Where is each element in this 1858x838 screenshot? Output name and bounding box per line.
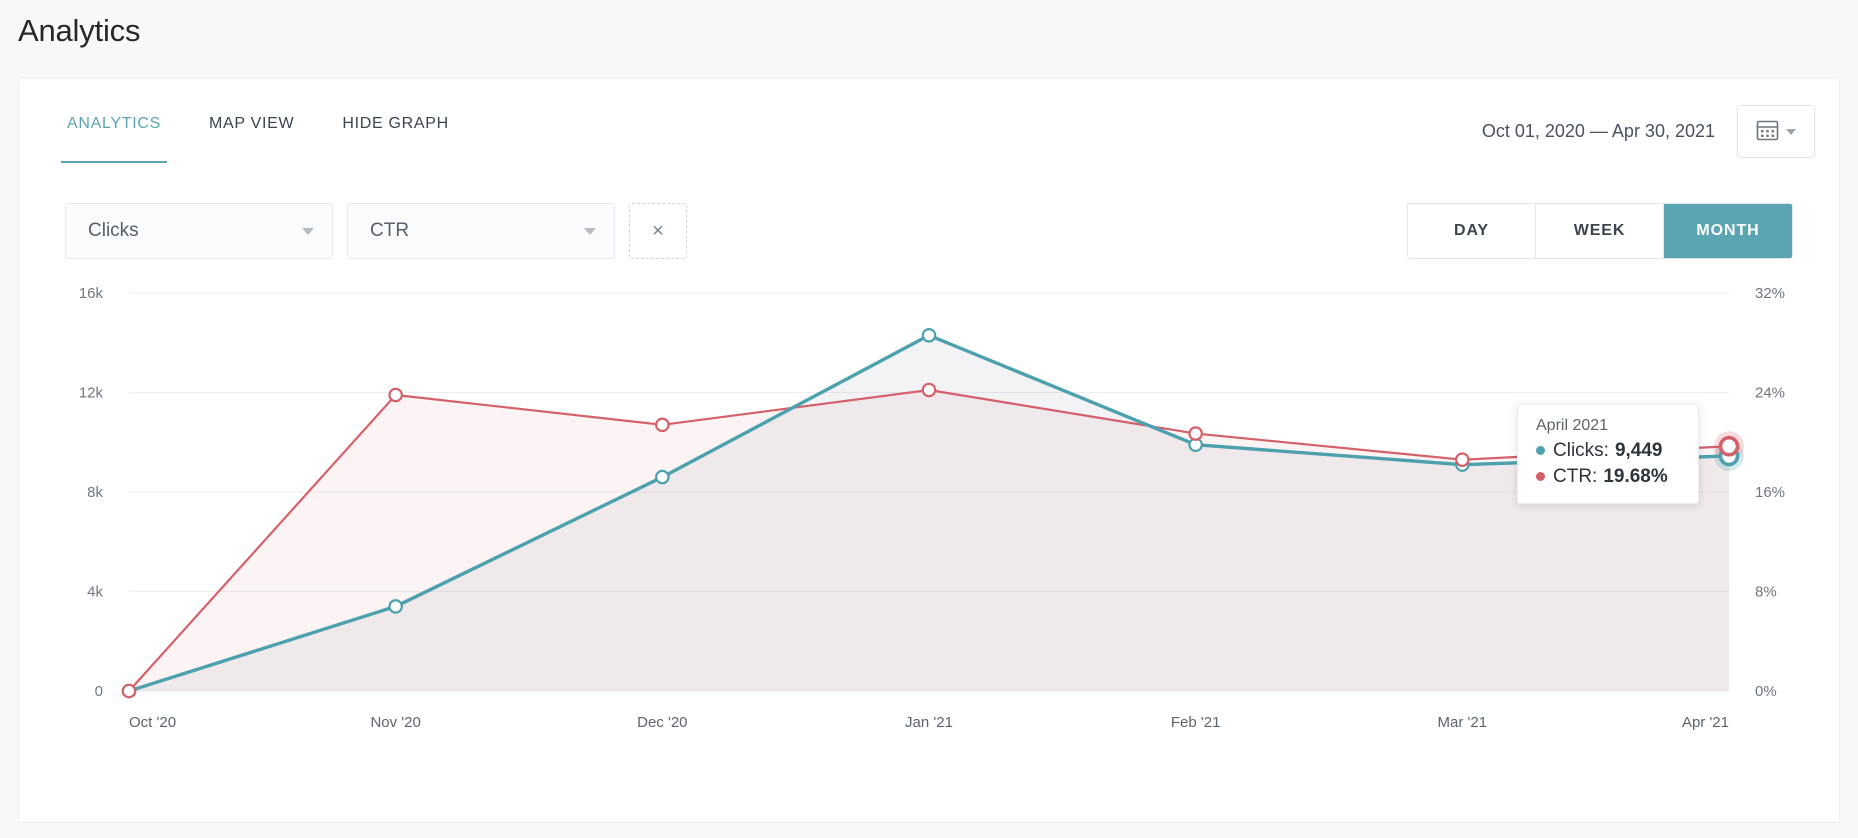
tooltip-title: April 2021 — [1536, 417, 1678, 435]
metric-primary-select[interactable]: Clicks — [65, 203, 333, 259]
data-point-ctr[interactable] — [123, 685, 135, 697]
y-axis-left-tick: 8k — [87, 484, 103, 501]
y-axis-left-tick: 16k — [79, 285, 104, 302]
y-axis-right-tick: 8% — [1755, 584, 1777, 601]
tooltip-dot-clicks — [1536, 446, 1545, 455]
tooltip-dot-ctr — [1536, 472, 1545, 481]
granularity-week[interactable]: WEEK — [1536, 204, 1664, 258]
y-axis-right-tick: 32% — [1755, 285, 1785, 302]
tooltip-row-ctr: CTR: 19.68% — [1536, 464, 1678, 490]
y-axis-left-tick: 12k — [79, 385, 104, 402]
x-axis-tick: Nov '20 — [370, 714, 420, 731]
chevron-down-icon — [302, 228, 314, 235]
data-point-clicks[interactable] — [389, 600, 401, 612]
date-range-control: Oct 01, 2020 — Apr 30, 2021 — [1482, 79, 1815, 158]
analytics-line-chart: 0 4k 8k 12k 16k 0% 8% 16% 24% 32% Oct '20 Nov '20 De… — [19, 275, 1839, 745]
chevron-down-icon — [584, 228, 596, 235]
x-axis-tick: Feb '21 — [1171, 714, 1221, 731]
metric-secondary-value: CTR — [370, 220, 409, 242]
tooltip-value-ctr: 19.68% — [1603, 464, 1667, 490]
metric-secondary-select[interactable]: CTR — [347, 203, 615, 259]
data-point-clicks[interactable] — [923, 329, 935, 341]
add-metric-button[interactable]: × — [629, 203, 687, 259]
x-axis-tick: Dec '20 — [637, 714, 687, 731]
calendar-picker-button[interactable] — [1737, 105, 1815, 158]
data-point-clicks[interactable] — [656, 471, 668, 483]
y-axis-left-tick: 4k — [87, 584, 103, 601]
tab-map-view[interactable]: MAP VIEW — [185, 107, 318, 163]
analytics-card: ANALYTICS MAP VIEW HIDE GRAPH Oct 01, 20… — [18, 78, 1840, 823]
date-range-text: Oct 01, 2020 — Apr 30, 2021 — [1482, 121, 1715, 142]
tab-list: ANALYTICS MAP VIEW HIDE GRAPH — [43, 79, 473, 163]
granularity-toggle-group: DAY WEEK MONTH — [1407, 203, 1793, 259]
data-point-ctr[interactable] — [389, 389, 401, 401]
data-point-ctr[interactable] — [923, 384, 935, 396]
granularity-day[interactable]: DAY — [1408, 204, 1536, 258]
y-axis-left-tick: 0 — [95, 683, 103, 700]
chart-area: 0 4k 8k 12k 16k 0% 8% 16% 24% 32% Oct '20 Nov '20 De… — [19, 275, 1839, 745]
data-point-ctr[interactable] — [1189, 427, 1201, 439]
tab-analytics[interactable]: ANALYTICS — [43, 107, 185, 163]
tooltip-row-clicks: Clicks: 9,449 — [1536, 438, 1678, 464]
x-axis-tick: Mar '21 — [1438, 714, 1488, 731]
calendar-icon — [1756, 118, 1779, 146]
data-point-ctr[interactable] — [656, 419, 668, 431]
tooltip-value-clicks: 9,449 — [1615, 438, 1663, 464]
tooltip-name-clicks: Clicks: — [1553, 438, 1609, 464]
y-axis-right-tick: 16% — [1755, 484, 1785, 501]
chart-tooltip: April 2021 Clicks: 9,449 CTR: 19.68% — [1517, 404, 1699, 504]
x-axis-tick: Oct '20 — [129, 714, 176, 731]
data-point-ctr[interactable] — [1456, 453, 1468, 465]
tooltip-name-ctr: CTR: — [1553, 464, 1597, 490]
metric-primary-value: Clicks — [88, 220, 139, 242]
y-axis-right-tick: 24% — [1755, 385, 1785, 402]
controls-row: Clicks CTR × DAY WEEK MONTH — [19, 179, 1839, 269]
page-title: Analytics — [0, 0, 1858, 49]
granularity-month[interactable]: MONTH — [1664, 204, 1792, 258]
chevron-down-icon — [1786, 129, 1796, 135]
data-point-active-ctr[interactable] — [1721, 438, 1738, 455]
x-axis-tick: Jan '21 — [905, 714, 953, 731]
x-axis-tick: Apr '21 — [1682, 714, 1729, 731]
y-axis-right-tick: 0% — [1755, 683, 1777, 700]
tab-bar: ANALYTICS MAP VIEW HIDE GRAPH Oct 01, 20… — [19, 79, 1839, 179]
tab-hide-graph[interactable]: HIDE GRAPH — [318, 107, 473, 163]
